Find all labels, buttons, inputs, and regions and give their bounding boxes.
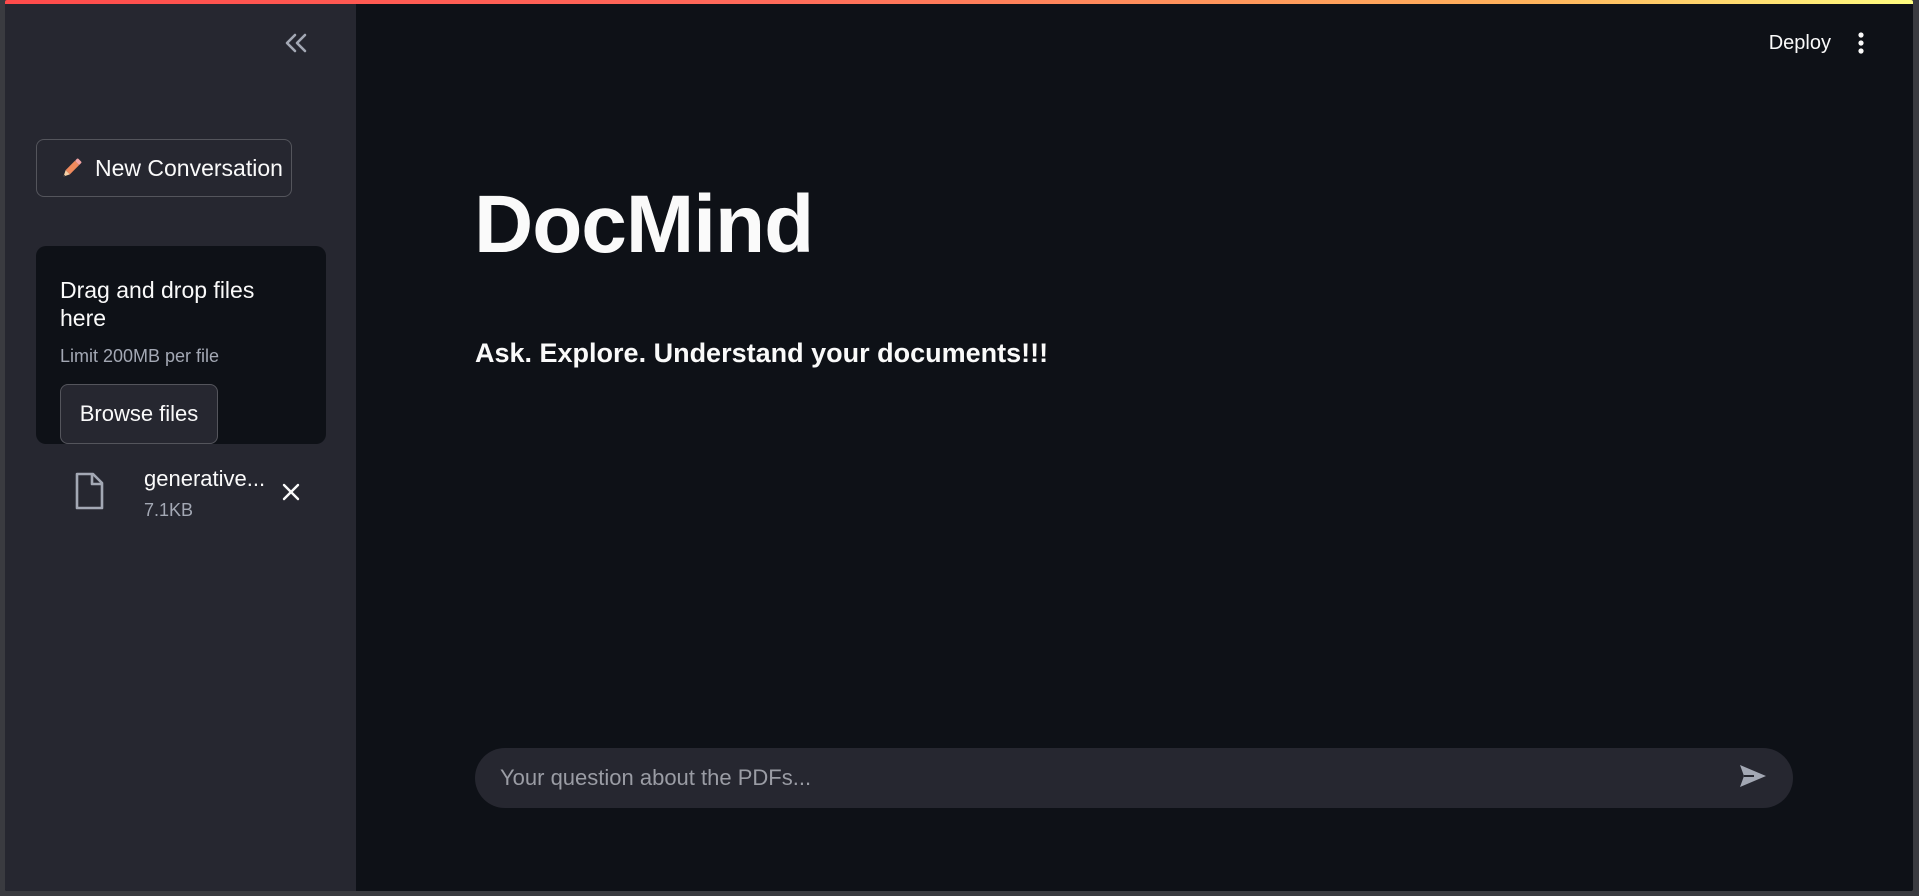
file-size: 7.1KB bbox=[144, 500, 194, 520]
remove-file-button[interactable] bbox=[277, 480, 305, 508]
send-button[interactable] bbox=[1733, 758, 1773, 798]
browse-files-button[interactable]: Browse files bbox=[60, 384, 218, 444]
dropzone-limit: Limit 200MB per file bbox=[60, 346, 220, 366]
close-icon bbox=[281, 482, 301, 507]
top-decoration-bar bbox=[5, 0, 1913, 4]
file-name: generative... bbox=[144, 466, 266, 491]
send-icon bbox=[1738, 763, 1768, 794]
app-window: New Conversation Drag and drop files her… bbox=[5, 0, 1913, 891]
main-content: Deploy DocMind Ask. Explore. Understand … bbox=[356, 0, 1913, 891]
collapse-sidebar-button[interactable] bbox=[281, 30, 311, 60]
vertical-ellipsis-icon bbox=[1857, 31, 1865, 59]
file-icon bbox=[74, 472, 104, 515]
file-dropzone[interactable]: Drag and drop files here Limit 200MB per… bbox=[36, 246, 326, 444]
deploy-button[interactable]: Deploy bbox=[1769, 32, 1831, 55]
double-chevron-left-icon bbox=[283, 32, 309, 59]
chat-question-input[interactable] bbox=[475, 747, 1733, 809]
new-conversation-label: New Conversation bbox=[95, 154, 283, 181]
main-menu-button[interactable] bbox=[1849, 31, 1873, 59]
uploaded-file-item: generative... 7.1KB bbox=[69, 466, 319, 526]
sidebar: New Conversation Drag and drop files her… bbox=[5, 0, 356, 891]
page-subtitle: Ask. Explore. Understand your documents!… bbox=[475, 338, 1049, 368]
pencil-icon bbox=[59, 155, 85, 181]
new-conversation-button[interactable]: New Conversation bbox=[36, 139, 292, 197]
dropzone-title: Drag and drop files here bbox=[60, 277, 255, 331]
page-title: DocMind bbox=[474, 179, 814, 270]
chat-input-container bbox=[475, 747, 1793, 809]
